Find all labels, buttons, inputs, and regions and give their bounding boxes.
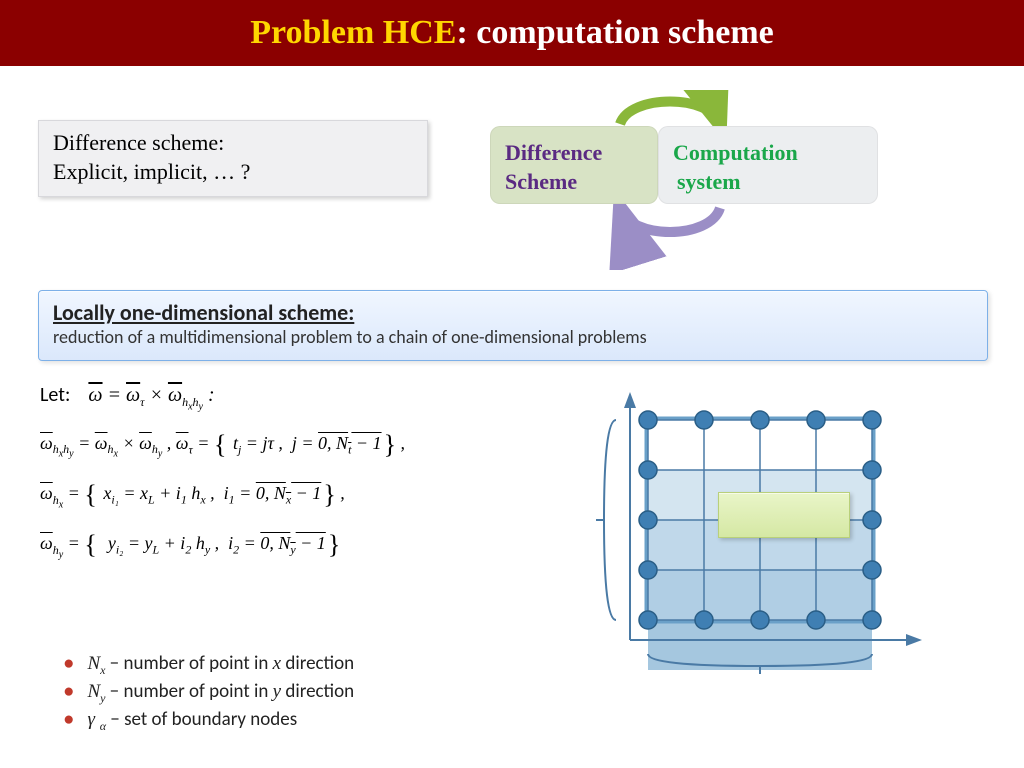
question-line2: Explicit, implicit, … ? (53, 158, 413, 187)
lod-heading: Locally one-dimensional scheme: (53, 299, 973, 326)
bullet-list: •Nx − number of point in x direction •Ny… (64, 650, 354, 735)
title-rest: : computation scheme (456, 14, 773, 51)
grid-inner-box (718, 492, 850, 538)
cycle-right-line2: system (673, 168, 863, 197)
difference-scheme-question: Difference scheme: Explicit, implicit, …… (38, 120, 428, 197)
bullet-ny: •Ny − number of point in y direction (64, 680, 354, 706)
title-highlight: Problem HCE (250, 14, 456, 51)
let-label: Let: (40, 383, 70, 407)
lod-scheme-box: Locally one-dimensional scheme: reductio… (38, 290, 988, 361)
cycle-left-box: Difference Scheme (490, 126, 658, 204)
slide-title: Problem HCE: computation scheme (0, 0, 1024, 66)
math-line-3: ωhy = yi₂ = yL + i2 hy , i2 = 0, Ny − 1 (40, 525, 560, 565)
cycle-right-line1: Computation (673, 139, 863, 168)
cycle-diagram: Difference Scheme Computation system (470, 90, 890, 270)
math-line-1: ωhxhy = ωhx × ωhy , ωτ = tj = jτ , j = 0… (40, 425, 560, 465)
question-line1: Difference scheme: (53, 129, 413, 158)
bullet-gamma: •γ α − set of boundary nodes (64, 708, 354, 734)
math-line-2: ωhx = xi₁ = xL + i1 hx , i1 = 0, Nx − 1 … (40, 475, 560, 515)
cycle-left-line1: Difference (505, 139, 643, 168)
lod-sub: reduction of a multidimensional problem … (53, 326, 973, 348)
grid-diagram (590, 390, 970, 700)
math-block: Let: ω = ωτ × ωhxhy : ωhxhy = ωhx × ωhy … (40, 380, 560, 576)
cycle-left-line2: Scheme (505, 168, 643, 197)
cycle-right-box: Computation system (658, 126, 878, 204)
bullet-nx: •Nx − number of point in x direction (64, 652, 354, 678)
